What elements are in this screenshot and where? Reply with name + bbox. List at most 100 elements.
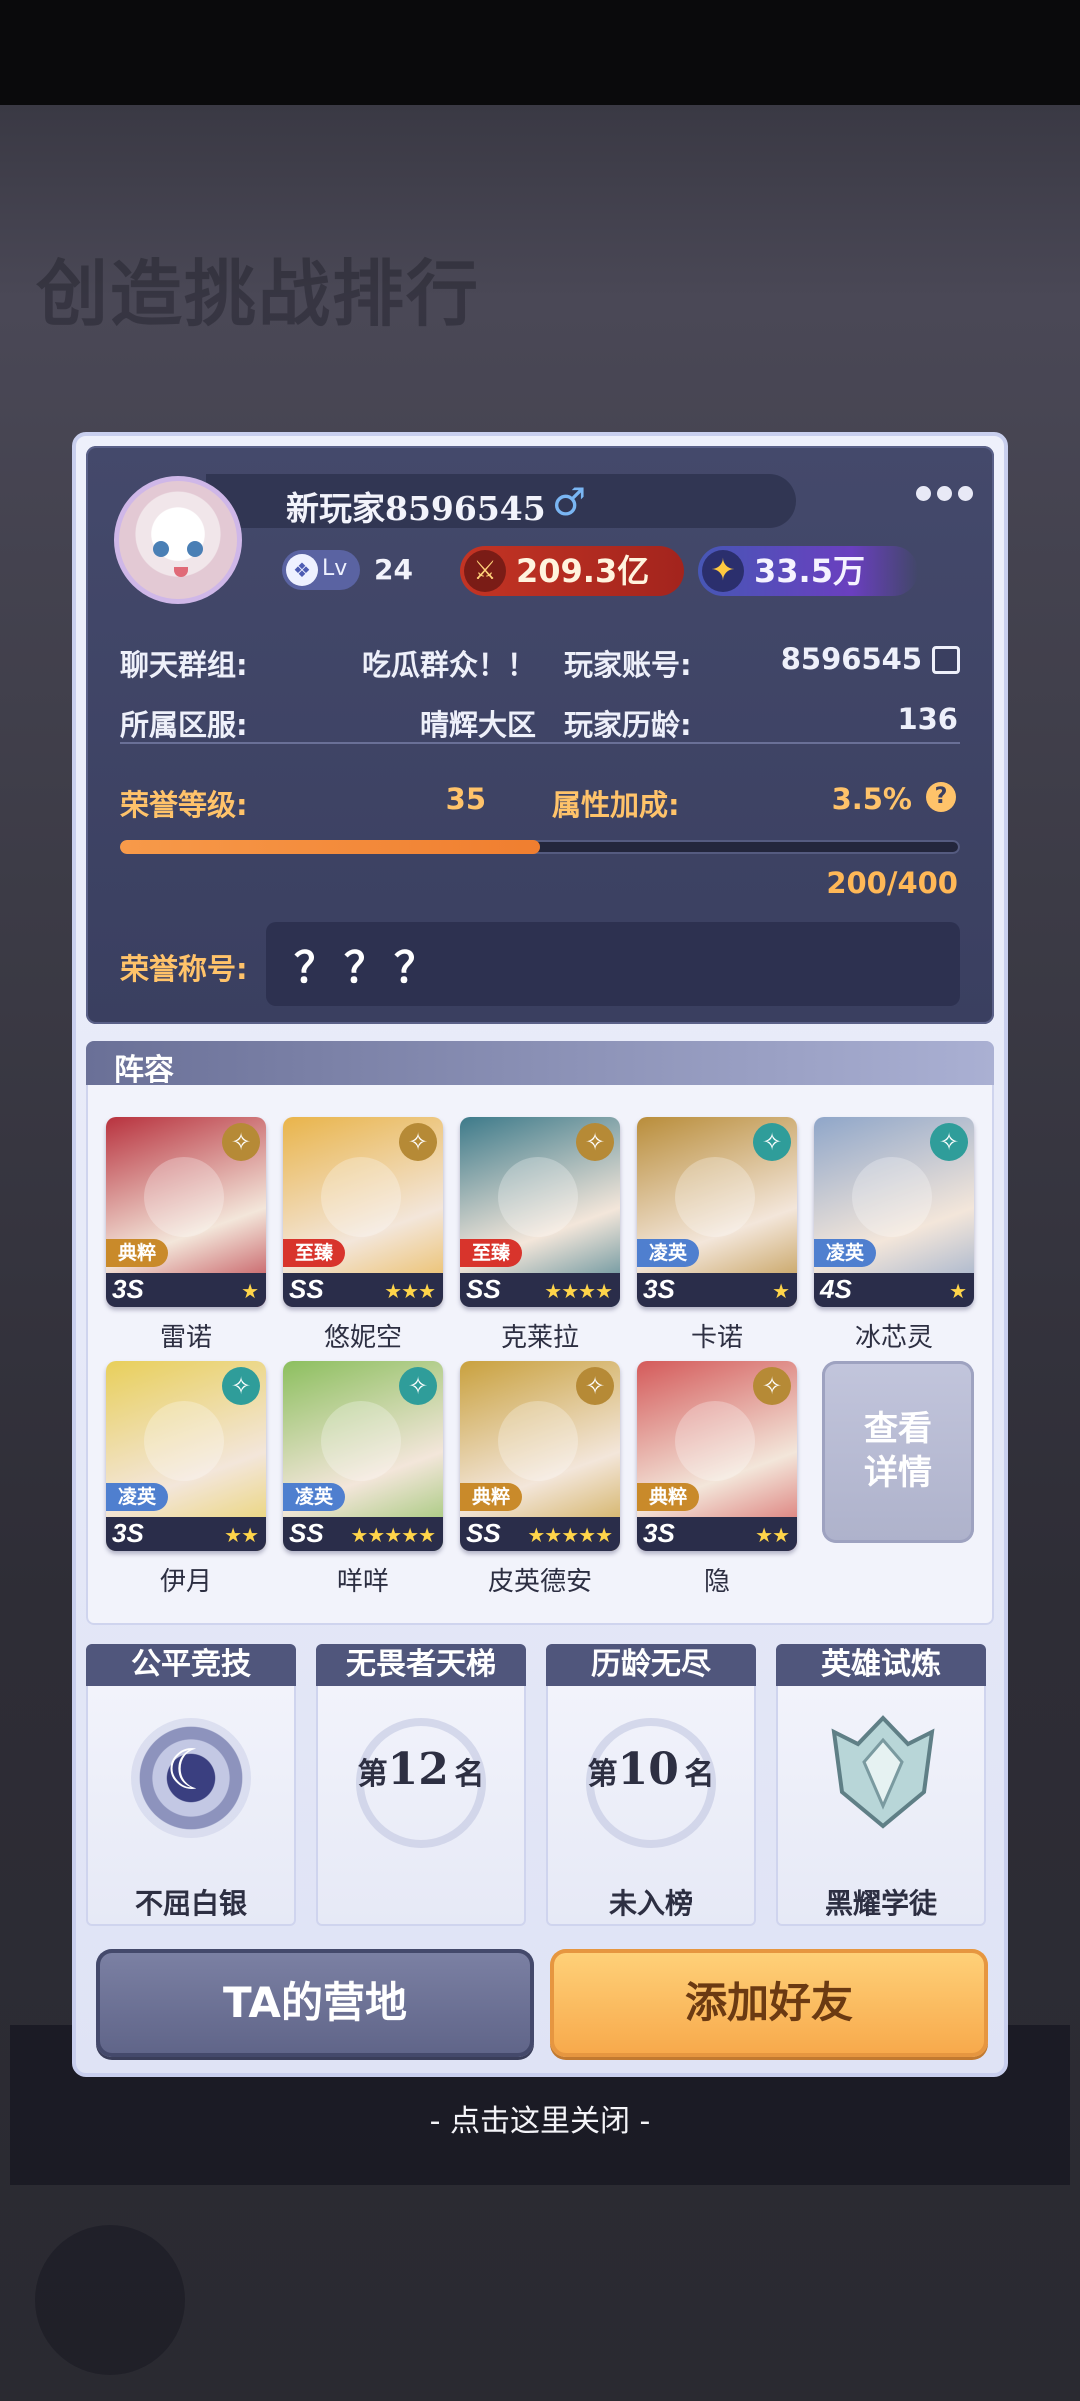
rank-card-header: 公平竞技 — [86, 1644, 296, 1686]
honor-progress-fill — [120, 840, 540, 854]
hero-grade: SS — [289, 1518, 324, 1548]
account-label: 玩家账号: — [564, 648, 692, 682]
avatar[interactable] — [114, 476, 242, 604]
hero-card[interactable]: ✧ 典粹 3S ★★ — [637, 1361, 797, 1551]
crown-rank-icon — [831, 1715, 935, 1829]
divider — [120, 742, 960, 744]
attr-bonus-value: 3.5% — [831, 782, 912, 816]
hero-rarity: 凌英 — [283, 1483, 346, 1511]
hero-grade: 3S — [112, 1274, 144, 1304]
lineup-title: 阵容 — [114, 1053, 174, 1088]
lineup-section: 阵容 ✧ 典粹 3S ★ ✧ 至臻 SS ★★★ ✧ 至臻 SS ★★★★ ✧ 凌英 3S ★ ✧ 凌英 4S ★ ✧ 凌… — [86, 1041, 994, 1625]
hero-stars: ★ — [949, 1279, 967, 1303]
hero-card[interactable]: ✧ 至臻 SS ★★★★ — [460, 1117, 620, 1307]
hero-grade: 4S — [820, 1274, 852, 1304]
level-label: Lv — [322, 556, 348, 581]
sword-power-icon: ⚔ — [464, 550, 506, 592]
hero-stars: ★★★ — [384, 1279, 436, 1303]
rank-card-result: 不屈白银 — [134, 1887, 247, 1920]
close-hint[interactable]: - 点击这里关闭 - — [0, 2096, 1080, 2140]
view-detail-label: 查看 详情 — [864, 1409, 932, 1493]
level-value: 24 — [374, 553, 413, 586]
hero-grade: SS — [466, 1518, 501, 1548]
rank-card-hero-trial[interactable]: 英雄试炼 黑耀学徒 — [776, 1644, 986, 1926]
hero-name: 冰芯灵 — [854, 1323, 933, 1353]
element-icon: ✧ — [576, 1123, 614, 1161]
attr-bonus-label: 属性加成: — [552, 788, 680, 822]
hero-name: 皮英德安 — [487, 1567, 592, 1597]
copy-icon[interactable] — [932, 646, 960, 674]
element-icon: ✧ — [753, 1123, 791, 1161]
rank-card-fair-arena[interactable]: 公平竞技 不屈白银 — [86, 1644, 296, 1926]
hero-grade: SS — [289, 1274, 324, 1304]
silver-rank-emblem-icon — [131, 1718, 251, 1838]
hero-stars: ★★ — [224, 1523, 259, 1547]
hero-name: 伊月 — [159, 1567, 212, 1597]
star-icon: ✦ — [702, 550, 744, 592]
rank-card-header: 英雄试炼 — [776, 1644, 986, 1686]
hero-card[interactable]: ✧ 凌英 3S ★★ — [106, 1361, 266, 1551]
player-age-value: 136 — [897, 702, 958, 736]
hero-name: 悠妮空 — [323, 1323, 402, 1353]
background-button — [35, 2225, 185, 2375]
lineup-header: 阵容 — [86, 1041, 994, 1088]
chat-group-label: 聊天群组: — [120, 648, 248, 682]
hero-name: 咩咩 — [336, 1567, 389, 1597]
honor-level-value: 35 — [445, 782, 486, 816]
rank-points-badge: ✦ 33.5万 — [698, 546, 918, 596]
element-icon: ✧ — [576, 1367, 614, 1405]
server-label: 所属区服: — [120, 708, 248, 742]
background-title: 创造挑战排行 — [36, 251, 481, 336]
hero-stars: ★★★★★ — [350, 1523, 436, 1547]
hero-rarity: 至臻 — [460, 1239, 523, 1267]
rank-card-result: 黑耀学徒 — [824, 1887, 937, 1920]
level-badge: ❖ Lv — [282, 550, 360, 590]
account-value: 8596545 — [780, 642, 922, 676]
view-camp-button[interactable]: TA的营地 — [96, 1949, 534, 2057]
more-options-icon[interactable] — [916, 486, 973, 501]
power-value: 209.3亿 — [516, 552, 650, 590]
hero-stars: ★★★★★ — [527, 1523, 613, 1547]
hero-grade: 3S — [643, 1518, 675, 1548]
hero-card[interactable]: ✧ 凌英 SS ★★★★★ — [283, 1361, 443, 1551]
hero-rarity: 凌英 — [106, 1483, 169, 1511]
rank-place: 第12 名 — [357, 1744, 485, 1795]
element-icon: ✧ — [399, 1123, 437, 1161]
hero-stars: ★ — [241, 1279, 259, 1303]
help-icon[interactable]: ? — [926, 782, 956, 812]
honor-progress-bar — [120, 840, 960, 854]
element-icon: ✧ — [399, 1367, 437, 1405]
element-icon: ✧ — [222, 1123, 260, 1161]
player-profile-panel: 新玩家8596545 ♂ ❖ Lv 24 ⚔ 209.3亿 ✦ 33.5万 聊天… — [72, 432, 1008, 2077]
honor-title-label: 荣誉称号: — [120, 952, 248, 986]
hero-card[interactable]: ✧ 至臻 SS ★★★ — [283, 1117, 443, 1307]
hero-name: 隐 — [703, 1567, 730, 1597]
rank-place: 第10 名 — [587, 1744, 715, 1795]
rank-card-ladder[interactable]: 无畏者天梯 第12 名 — [316, 1644, 526, 1926]
hero-rarity: 至臻 — [283, 1239, 346, 1267]
hero-stars: ★ — [772, 1279, 790, 1303]
rank-card-endless[interactable]: 历龄无尽 第10 名 未入榜 — [546, 1644, 756, 1926]
hero-card[interactable]: ✧ 典粹 3S ★ — [106, 1117, 266, 1307]
hero-card[interactable]: ✧ 典粹 SS ★★★★★ — [460, 1361, 620, 1551]
add-friend-button[interactable]: 添加好友 — [550, 1949, 988, 2057]
rank-card-result: 未入榜 — [608, 1887, 693, 1920]
rank-points-value: 33.5万 — [754, 552, 865, 590]
honor-progress-text: 200/400 — [826, 866, 958, 900]
hero-name: 卡诺 — [690, 1323, 743, 1353]
hero-card[interactable]: ✧ 凌英 4S ★ — [814, 1117, 974, 1307]
hero-rarity: 凌英 — [814, 1239, 877, 1267]
honor-level-label: 荣誉等级: — [120, 788, 248, 822]
hero-card[interactable]: ✧ 凌英 3S ★ — [637, 1117, 797, 1307]
hero-grade: SS — [466, 1274, 501, 1304]
hero-stars: ★★★★ — [544, 1279, 613, 1303]
hero-rarity: 典粹 — [460, 1483, 523, 1511]
element-icon: ✧ — [222, 1367, 260, 1405]
hero-name: 克莱拉 — [500, 1323, 579, 1353]
hero-grade: 3S — [643, 1274, 675, 1304]
hero-grade: 3S — [112, 1518, 144, 1548]
server-value: 晴辉大区 — [419, 708, 536, 742]
profile-card: 新玩家8596545 ♂ ❖ Lv 24 ⚔ 209.3亿 ✦ 33.5万 聊天… — [86, 446, 994, 1024]
view-detail-button[interactable]: 查看 详情 — [822, 1361, 974, 1543]
male-gender-icon: ♂ — [552, 480, 587, 524]
